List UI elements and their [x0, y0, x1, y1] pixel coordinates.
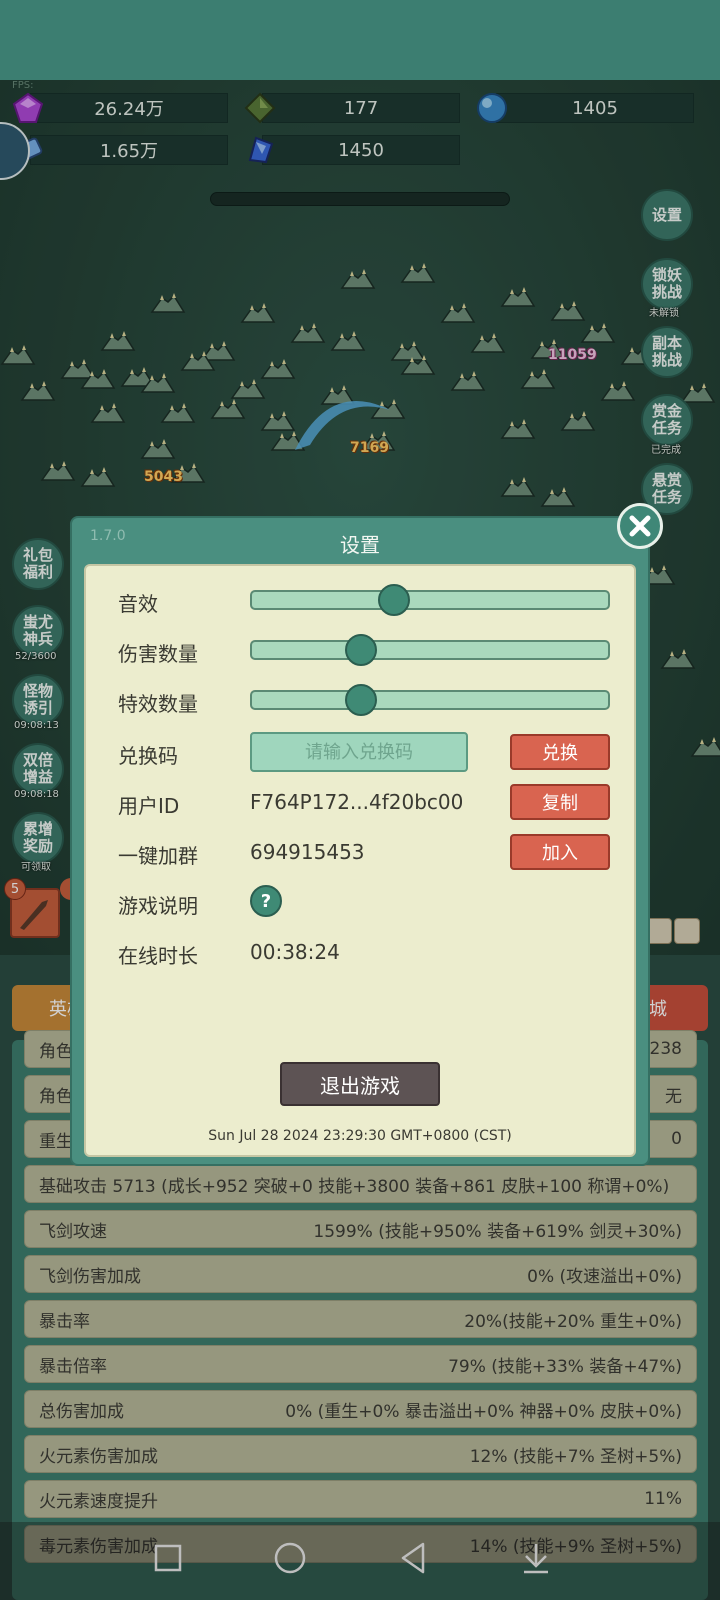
- effect-count-slider[interactable]: [250, 690, 610, 710]
- join-group-label: 一键加群: [118, 844, 198, 868]
- join-button[interactable]: 加入: [510, 834, 610, 870]
- damage-count-label: 伤害数量: [118, 642, 198, 666]
- user-id-label: 用户ID: [118, 794, 180, 818]
- damage-count-slider-handle[interactable]: [345, 634, 378, 666]
- game-guide-label: 游戏说明: [118, 894, 198, 918]
- redeem-label: 兑换码: [118, 744, 178, 768]
- effect-count-label: 特效数量: [118, 692, 198, 716]
- timestamp: Sun Jul 28 2024 23:29:30 GMT+0800 (CST): [208, 1128, 512, 1144]
- exit-game-button[interactable]: 退出游戏: [280, 1062, 440, 1106]
- copy-button[interactable]: 复制: [510, 784, 610, 820]
- online-time-label: 在线时长: [118, 944, 198, 968]
- group-number: 694915453: [250, 840, 365, 864]
- question-icon[interactable]: ?: [250, 885, 282, 917]
- version-label: 1.7.0: [90, 528, 126, 544]
- dialog-title: 设置: [340, 533, 380, 557]
- sound-slider-handle[interactable]: [377, 584, 410, 616]
- effect-count-slider-handle[interactable]: [345, 684, 378, 716]
- sound-slider[interactable]: [250, 590, 610, 610]
- redeem-button[interactable]: 兑换: [510, 734, 610, 770]
- online-time-value: 00:38:24: [250, 940, 340, 964]
- sound-label: 音效: [118, 592, 158, 616]
- close-icon: [629, 515, 651, 537]
- damage-count-slider[interactable]: [250, 640, 610, 660]
- close-button[interactable]: [617, 503, 663, 549]
- user-id-value: F764P172...4f20bc00: [250, 790, 464, 814]
- redeem-code-input[interactable]: [250, 732, 468, 772]
